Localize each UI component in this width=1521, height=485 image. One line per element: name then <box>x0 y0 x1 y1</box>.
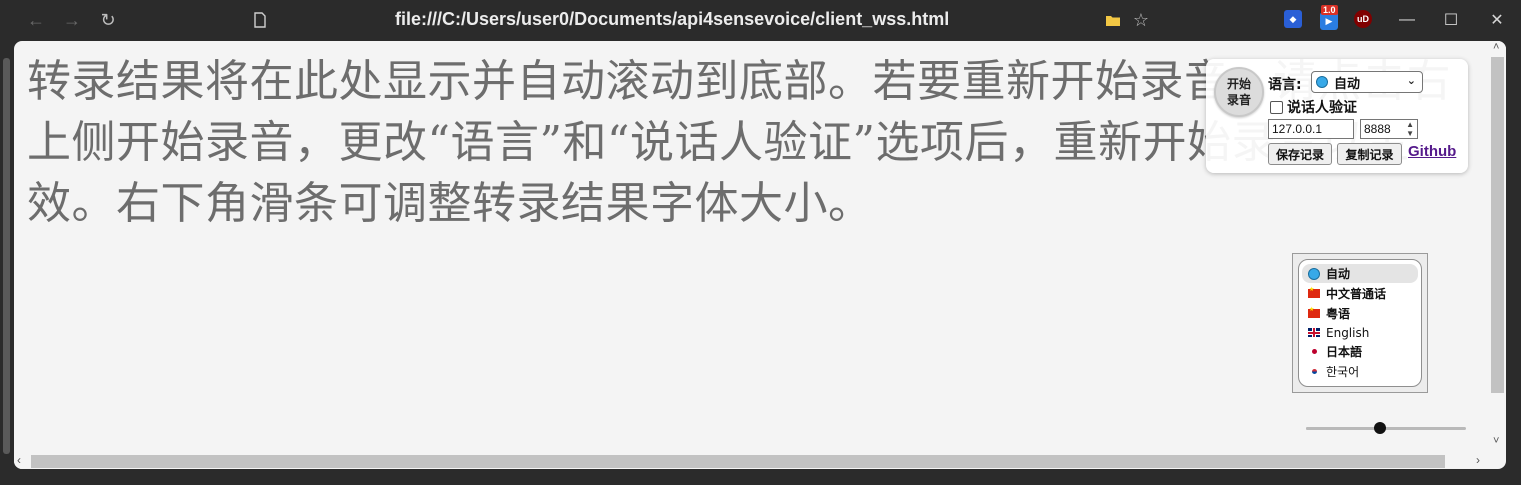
speaker-verify-row[interactable]: 说话人验证 <box>1270 97 1357 117</box>
slider-knob[interactable] <box>1373 422 1386 434</box>
reload-icon[interactable]: ↻ <box>96 8 120 32</box>
minimize-icon[interactable]: — <box>1394 8 1420 32</box>
korea-flag-icon <box>1308 367 1320 376</box>
language-select[interactable]: 自动 ⌄ <box>1311 71 1423 93</box>
maximize-icon[interactable]: ☐ <box>1438 8 1464 32</box>
language-option-english[interactable]: English <box>1302 323 1418 342</box>
forward-icon[interactable]: → <box>60 8 84 32</box>
page-viewport: 转录结果将在此处显示并自动滚动到底部。若要重新开始录音，请点击右上侧开始录音，更… <box>14 41 1506 469</box>
control-panel: 开始录音 语言: 自动 ⌄ 说话人验证 127.0.0.1 8888 ▲ ▼ 保存… <box>1206 59 1468 173</box>
window-bottom-edge <box>0 470 1521 485</box>
slider-track-fill <box>1306 427 1380 430</box>
language-option-cantonese[interactable]: 粤语 <box>1302 304 1418 323</box>
speaker-verify-label: 说话人验证 <box>1287 100 1357 116</box>
option-label: 한국어 <box>1326 365 1360 379</box>
save-log-button[interactable]: 保存记录 <box>1268 143 1332 165</box>
language-label: 语言: <box>1268 77 1302 93</box>
github-link[interactable]: Github <box>1408 143 1456 160</box>
china-flag-icon <box>1308 286 1320 298</box>
back-icon[interactable]: ← <box>24 8 48 32</box>
copy-log-button[interactable]: 复制记录 <box>1337 143 1402 165</box>
bookmark-star-icon[interactable]: ☆ <box>1129 8 1153 32</box>
language-option-auto[interactable]: 自动 <box>1302 264 1418 283</box>
uk-flag-icon <box>1308 328 1320 337</box>
option-label: 日本語 <box>1326 345 1363 359</box>
host-input[interactable]: 127.0.0.1 <box>1268 119 1354 139</box>
vertical-scrollbar[interactable]: ˄ ˅ <box>1489 41 1506 453</box>
spinner-arrows-icon[interactable]: ▲ ▼ <box>1406 120 1414 138</box>
ublock-icon[interactable]: uD <box>1354 10 1372 28</box>
start-record-label: 开始录音 <box>1226 77 1251 107</box>
close-icon[interactable]: ✕ <box>1484 8 1510 32</box>
extension-badge-count: 1.0 <box>1321 5 1338 15</box>
option-label: 中文普通话 <box>1326 287 1387 301</box>
language-selected-value: 自动 <box>1334 76 1361 92</box>
language-option-japanese[interactable]: 日本語 <box>1302 342 1418 361</box>
globe-icon <box>1308 267 1320 280</box>
start-record-button[interactable]: 开始录音 <box>1214 67 1264 117</box>
language-option-korean[interactable]: 한국어 <box>1302 362 1418 381</box>
address-bar[interactable]: file:///C:/Users/user0/Documents/api4sen… <box>395 9 949 30</box>
scroll-right-icon[interactable]: › <box>1476 453 1480 467</box>
ublock-label: uD <box>1357 14 1369 24</box>
language-options-list: 自动 中文普通话 粤语 English 日本語 한국어 <box>1298 259 1422 387</box>
port-input[interactable]: 8888 ▲ ▼ <box>1360 119 1418 139</box>
window-edge <box>3 58 10 454</box>
vertical-scroll-thumb[interactable] <box>1491 57 1504 393</box>
browser-toolbar: ← → ↻ file:///C:/Users/user0/Documents/a… <box>0 0 1521 40</box>
china-flag-icon <box>1308 306 1320 318</box>
extension-shield-icon[interactable]: ◆ <box>1284 10 1302 28</box>
port-value: 8888 <box>1364 122 1391 136</box>
option-label: 粤语 <box>1326 307 1351 321</box>
language-option-mandarin[interactable]: 中文普通话 <box>1302 284 1418 303</box>
page-info-icon[interactable] <box>248 8 272 32</box>
japan-flag-icon <box>1308 347 1320 356</box>
chevron-down-icon: ⌄ <box>1406 74 1416 87</box>
language-dropdown-popup: 自动 中文普通话 粤语 English 日本語 한국어 <box>1292 253 1428 393</box>
scroll-up-icon[interactable]: ˄ <box>1493 41 1499 53</box>
folder-icon[interactable] <box>1101 8 1125 32</box>
option-label: 自动 <box>1326 267 1351 281</box>
horizontal-scroll-thumb[interactable] <box>31 455 1445 468</box>
font-size-slider[interactable] <box>1306 422 1466 434</box>
globe-icon <box>1316 76 1328 88</box>
speaker-verify-checkbox[interactable] <box>1270 100 1283 114</box>
horizontal-scrollbar[interactable]: ‹ › <box>14 453 1489 469</box>
scroll-left-icon[interactable]: ‹ <box>17 453 21 467</box>
option-label: English <box>1326 325 1370 340</box>
scroll-down-icon[interactable]: ˅ <box>1493 435 1499 447</box>
